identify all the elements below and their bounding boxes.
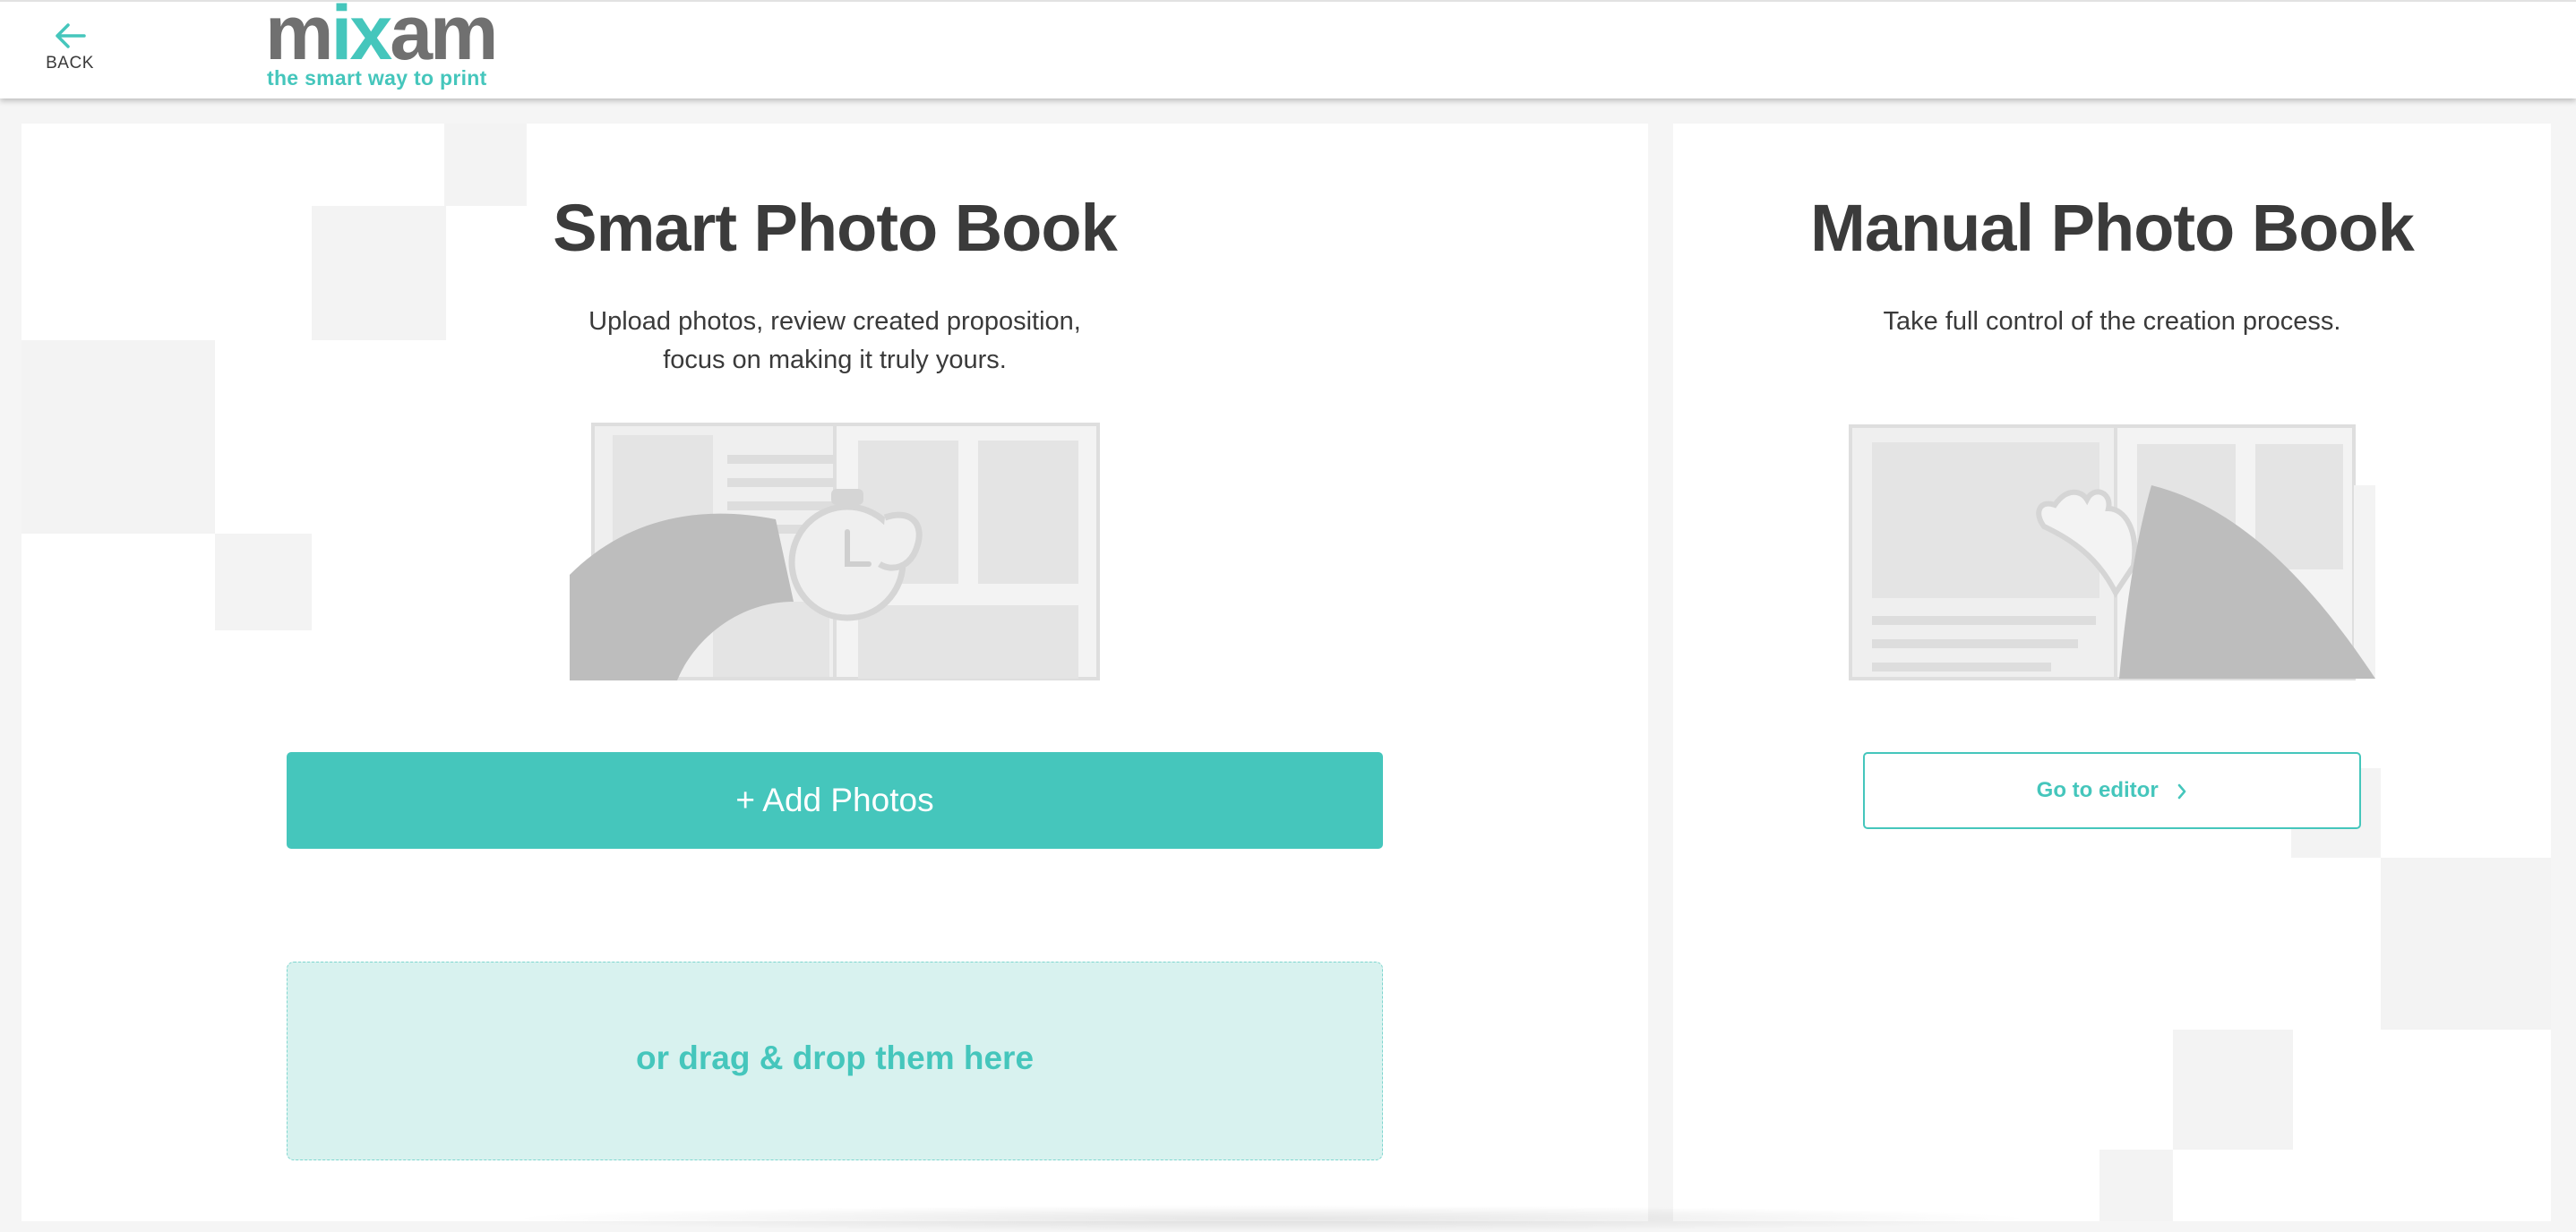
go-to-editor-label: Go to editor xyxy=(2036,778,2159,802)
smart-desc-line-2: focus on making it truly yours. xyxy=(663,346,1007,374)
back-label: BACK xyxy=(46,54,94,73)
manual-book-title: Manual Photo Book xyxy=(1810,191,2415,265)
manual-book-description: Take full control of the creation proces… xyxy=(1883,307,2341,336)
decor-square xyxy=(2173,1030,2293,1150)
arrow-left-icon xyxy=(56,23,86,48)
add-photos-button[interactable]: + Add Photos xyxy=(287,752,1383,849)
dropzone-label: or drag & drop them here xyxy=(635,1040,1035,1076)
decor-square xyxy=(2099,1150,2173,1221)
logo-wordmark: mixam xyxy=(265,0,499,76)
smart-photo-book-panel: Smart Photo Book Upload photos, review c… xyxy=(21,124,1648,1221)
go-to-editor-button[interactable]: Go to editor xyxy=(1863,752,2361,829)
manual-photo-book-panel: Manual Photo Book Take full control of t… xyxy=(1673,124,2551,1221)
smart-book-description: Upload photos, review created propositio… xyxy=(21,303,1648,380)
logo-tagline: the smart way to print xyxy=(267,66,487,90)
mixam-logo[interactable]: mixam the smart way to print xyxy=(265,0,499,95)
back-button[interactable]: BACK xyxy=(39,21,100,81)
photo-dropzone[interactable]: or drag & drop them here xyxy=(287,962,1383,1160)
photo-book-stopwatch-illustration xyxy=(570,423,1100,680)
chevron-right-icon xyxy=(2178,783,2186,799)
photo-book-hand-illustration xyxy=(1849,424,2375,680)
decor-square xyxy=(2381,858,2551,1030)
smart-book-title: Smart Photo Book xyxy=(553,191,1117,265)
bottom-shadow xyxy=(502,1205,2042,1232)
decor-square xyxy=(215,534,312,630)
top-header: BACK mixam the smart way to print xyxy=(0,0,2576,98)
smart-desc-line-1: Upload photos, review created propositio… xyxy=(588,307,1081,336)
